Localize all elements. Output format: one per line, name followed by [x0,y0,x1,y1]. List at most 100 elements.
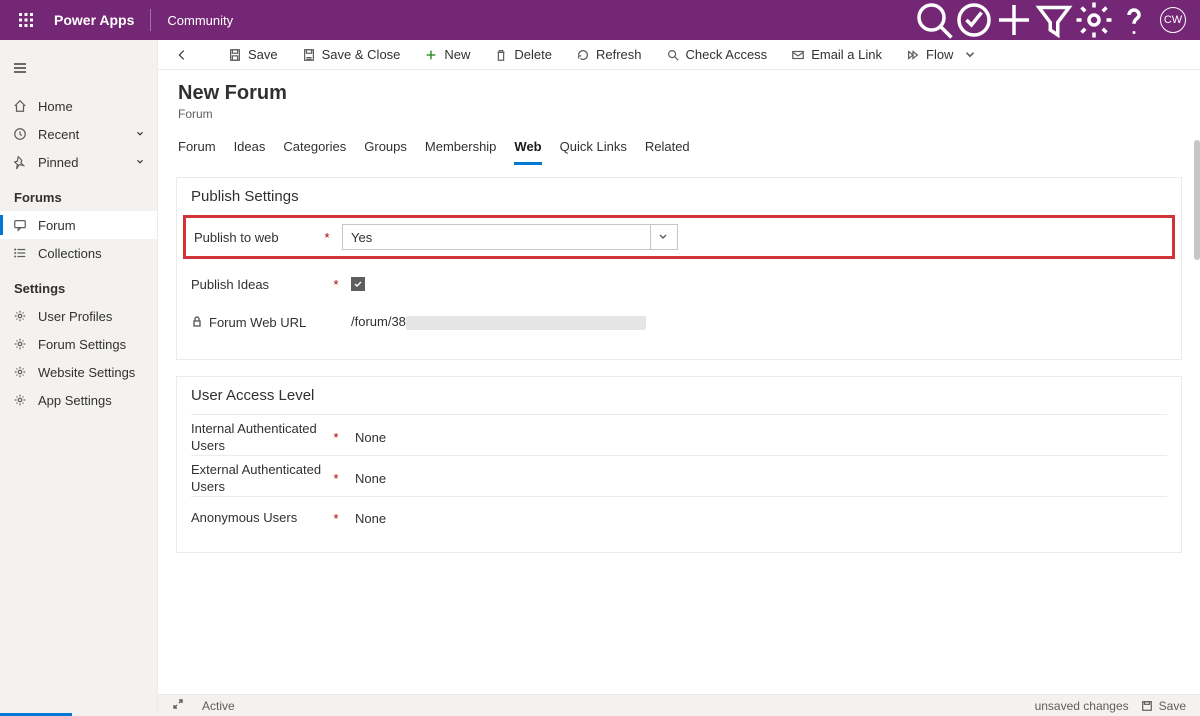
nav-label: Website Settings [38,365,135,380]
user-access-section: User Access Level Internal Authenticated… [176,376,1182,553]
page-title: New Forum [178,82,1180,105]
scrollbar-thumb[interactable] [1194,140,1200,260]
nav-home[interactable]: Home [0,92,157,120]
tab-web[interactable]: Web [514,139,541,165]
internal-auth-value[interactable]: None [351,430,386,445]
publish-ideas-checkbox[interactable] [351,277,1167,292]
section-title: User Access Level [191,387,1167,404]
tab-groups[interactable]: Groups [364,139,407,165]
quick-save-button[interactable]: Save [1141,699,1186,713]
command-bar: Save Save & Close New Delete Refresh Che… [158,40,1200,70]
back-button[interactable] [168,48,196,62]
nav-label: Pinned [38,155,78,170]
chevron-down-icon [650,225,669,249]
publish-to-web-select[interactable]: Yes [342,224,678,250]
nav-label: Forum [38,218,76,233]
gear-icon [12,337,28,351]
required-indicator: * [331,511,341,526]
nav-collections[interactable]: Collections [0,239,157,267]
publish-to-web-label: Publish to web [194,230,322,245]
target-icon[interactable] [954,0,994,40]
tab-quick-links[interactable]: Quick Links [560,139,627,165]
external-auth-value[interactable]: None [351,471,386,486]
chevron-down-icon [135,155,145,170]
nav-label: Home [38,99,73,114]
delete-button[interactable]: Delete [484,40,562,70]
nav-section-settings: Settings [0,267,157,302]
left-nav: Home Recent Pinned Forums Forum Collecti… [0,40,158,716]
nav-user-profiles[interactable]: User Profiles [0,302,157,330]
save-close-button[interactable]: Save & Close [292,40,411,70]
tab-membership[interactable]: Membership [425,139,497,165]
settings-icon[interactable] [1074,0,1114,40]
app-launcher-icon[interactable] [8,0,44,40]
status-state: Active [202,699,235,713]
anonymous-label: Anonymous Users [191,510,331,527]
brand-label[interactable]: Power Apps [44,12,144,28]
internal-auth-label: Internal Authenticated Users [191,421,331,455]
forum-web-url-value: /forum/38 [351,314,1167,330]
tab-forum[interactable]: Forum [178,139,216,165]
tab-bar: Forum Ideas Categories Groups Membership… [158,121,1200,165]
help-icon[interactable] [1114,0,1154,40]
page-header: New Forum Forum [158,70,1200,121]
user-avatar[interactable]: CW [1160,7,1186,33]
flow-button[interactable]: Flow [896,40,987,70]
nav-app-settings[interactable]: App Settings [0,386,157,414]
nav-label: User Profiles [38,309,112,324]
tab-categories[interactable]: Categories [283,139,346,165]
required-indicator: * [331,277,341,292]
nav-section-forums: Forums [0,176,157,211]
nav-recent[interactable]: Recent [0,120,157,148]
pin-icon [12,155,28,169]
anonymous-value[interactable]: None [351,511,386,526]
nav-label: App Settings [38,393,112,408]
form-area: Publish Settings Publish to web * Yes Pu… [158,165,1200,716]
nav-forum-settings[interactable]: Forum Settings [0,330,157,358]
expand-icon[interactable] [172,698,184,713]
nav-forum[interactable]: Forum [0,211,157,239]
environment-label[interactable]: Community [157,13,243,28]
required-indicator: * [331,430,341,445]
search-icon[interactable] [914,0,954,40]
top-app-bar: Power Apps Community CW [0,0,1200,40]
page-subtitle: Forum [178,107,1180,121]
save-button[interactable]: Save [218,40,288,70]
unsaved-changes-label: unsaved changes [1035,699,1129,713]
add-icon[interactable] [994,0,1034,40]
home-icon [12,99,28,113]
content-pane: Save Save & Close New Delete Refresh Che… [158,40,1200,716]
nav-pinned[interactable]: Pinned [0,148,157,176]
tab-related[interactable]: Related [645,139,690,165]
publish-ideas-label: Publish Ideas [191,277,331,292]
nav-label: Collections [38,246,102,261]
list-icon [12,246,28,260]
nav-label: Recent [38,127,79,142]
publish-settings-section: Publish Settings Publish to web * Yes Pu… [176,177,1182,360]
forum-web-url-label: Forum Web URL [191,315,331,330]
required-indicator: * [322,230,332,245]
nav-label: Forum Settings [38,337,126,352]
email-link-button[interactable]: Email a Link [781,40,892,70]
check-access-button[interactable]: Check Access [656,40,778,70]
status-bar: Active unsaved changes Save [158,694,1200,716]
clock-icon [12,127,28,141]
forum-icon [12,218,28,232]
required-indicator: * [331,471,341,486]
nav-website-settings[interactable]: Website Settings [0,358,157,386]
tab-ideas[interactable]: Ideas [234,139,266,165]
filter-icon[interactable] [1034,0,1074,40]
required-indicator [331,315,341,330]
lock-icon [191,315,203,330]
section-title: Publish Settings [191,188,1167,205]
gear-icon [12,393,28,407]
external-auth-label: External Authenticated Users [191,462,331,496]
refresh-button[interactable]: Refresh [566,40,652,70]
gear-icon [12,309,28,323]
chevron-down-icon [135,127,145,142]
divider [150,9,151,31]
new-button[interactable]: New [414,40,480,70]
checkbox-checked-icon [351,277,365,291]
gear-icon [12,365,28,379]
hamburger-icon[interactable] [0,50,40,86]
